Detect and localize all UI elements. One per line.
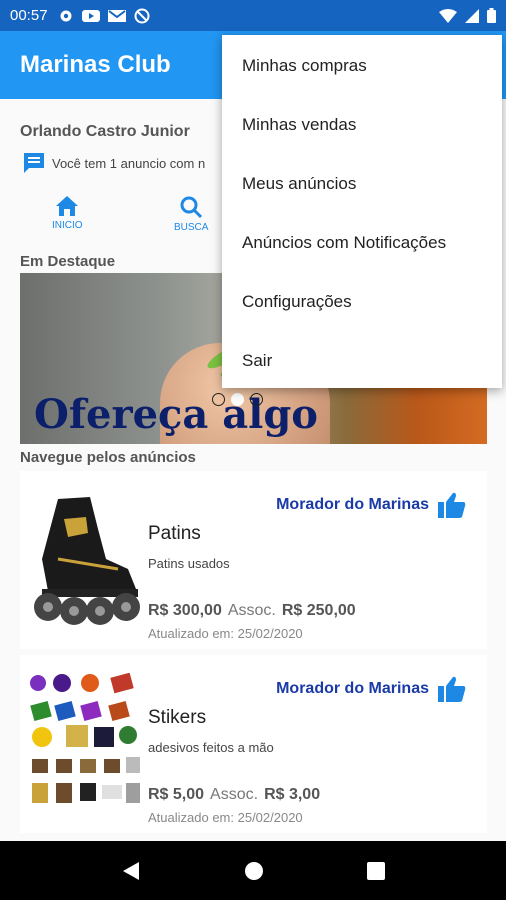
user-name: Orlando Castro Junior (20, 123, 190, 140)
menu-item-ads-with-notifications[interactable]: Anúncios com Notificações (222, 213, 502, 272)
notice-text: Você tem 1 anuncio com n (52, 155, 206, 171)
carousel-dots[interactable] (212, 393, 263, 406)
listing-price: R$ 300,00 (148, 602, 222, 619)
wifi-icon (439, 8, 457, 23)
menu-item-my-ads[interactable]: Meus anúncios (222, 154, 502, 213)
listing-name: Stikers (148, 707, 207, 728)
notification-notice[interactable]: Você tem 1 anuncio com n (22, 152, 205, 174)
gmail-icon (107, 9, 126, 22)
listing-description: Patins usados (148, 556, 230, 571)
carousel-dot[interactable] (250, 393, 263, 406)
system-nav-bar (0, 841, 506, 900)
carousel-dot[interactable] (212, 393, 225, 406)
assoc-price: R$ 3,00 (264, 786, 321, 803)
assoc-label: Assoc. (210, 786, 259, 803)
thumbs-up-icon (438, 676, 466, 702)
listing-price: R$ 5,00 (148, 786, 205, 803)
battery-icon (487, 8, 496, 23)
back-icon[interactable] (121, 861, 141, 881)
menu-item-settings[interactable]: Configurações (222, 272, 502, 331)
menu-item-logout[interactable]: Sair (222, 331, 502, 390)
listing-description: adesivos feitos a mão (148, 740, 274, 755)
browse-section-title: Navegue pelos anúncios (20, 449, 196, 466)
home-circle-icon[interactable] (244, 861, 264, 881)
home-icon (56, 196, 79, 216)
menu-item-my-sales[interactable]: Minhas vendas (222, 95, 502, 154)
resident-badge-label: Morador do Marinas (276, 496, 429, 513)
clock: 00:57 (10, 7, 48, 24)
signal-icon (465, 8, 479, 23)
banner-caption: Ofereça algo (34, 391, 318, 438)
resident-badge-label: Morador do Marinas (276, 680, 429, 697)
listing-updated: Atualizado em: 25/02/2020 (148, 810, 303, 825)
assoc-price: R$ 250,00 (281, 602, 356, 619)
nav-search[interactable]: BUSCA (174, 195, 208, 233)
recents-icon[interactable] (366, 861, 385, 880)
youtube-icon (81, 9, 100, 22)
no-disturb-icon (134, 8, 150, 23)
thumbs-up-icon (438, 492, 466, 518)
featured-section-title: Em Destaque (20, 253, 116, 270)
nav-search-label: BUSCA (174, 222, 209, 233)
overflow-menu: Minhas compras Minhas vendas Meus anúnci… (222, 35, 502, 388)
resident-badge: Morador do Marinas (276, 491, 467, 519)
carousel-dot-active[interactable] (231, 393, 244, 406)
app-title: Marinas Club (20, 51, 171, 78)
search-icon (180, 196, 203, 219)
nav-home[interactable]: INICIO (52, 195, 83, 231)
skate-image (34, 497, 140, 625)
listing-updated: Atualizado em: 25/02/2020 (148, 626, 303, 641)
listing-card[interactable]: Morador do Marinas Stikers adesivos feit… (20, 655, 487, 833)
listing-prices: R$ 300,00 Assoc. R$ 250,00 (148, 602, 356, 620)
listing-card[interactable]: Morador do Marinas Patins Patins usados … (20, 471, 487, 649)
message-icon (24, 153, 44, 173)
assoc-label: Assoc. (227, 602, 276, 619)
menu-item-my-purchases[interactable]: Minhas compras (222, 36, 502, 95)
gear-icon (60, 10, 72, 21)
stickers-image (30, 673, 140, 803)
resident-badge: Morador do Marinas (276, 675, 467, 703)
status-bar: 00:57 (0, 0, 506, 31)
nav-home-label: INICIO (52, 220, 83, 231)
listing-prices: R$ 5,00 Assoc. R$ 3,00 (148, 786, 320, 804)
listing-name: Patins (148, 523, 201, 544)
